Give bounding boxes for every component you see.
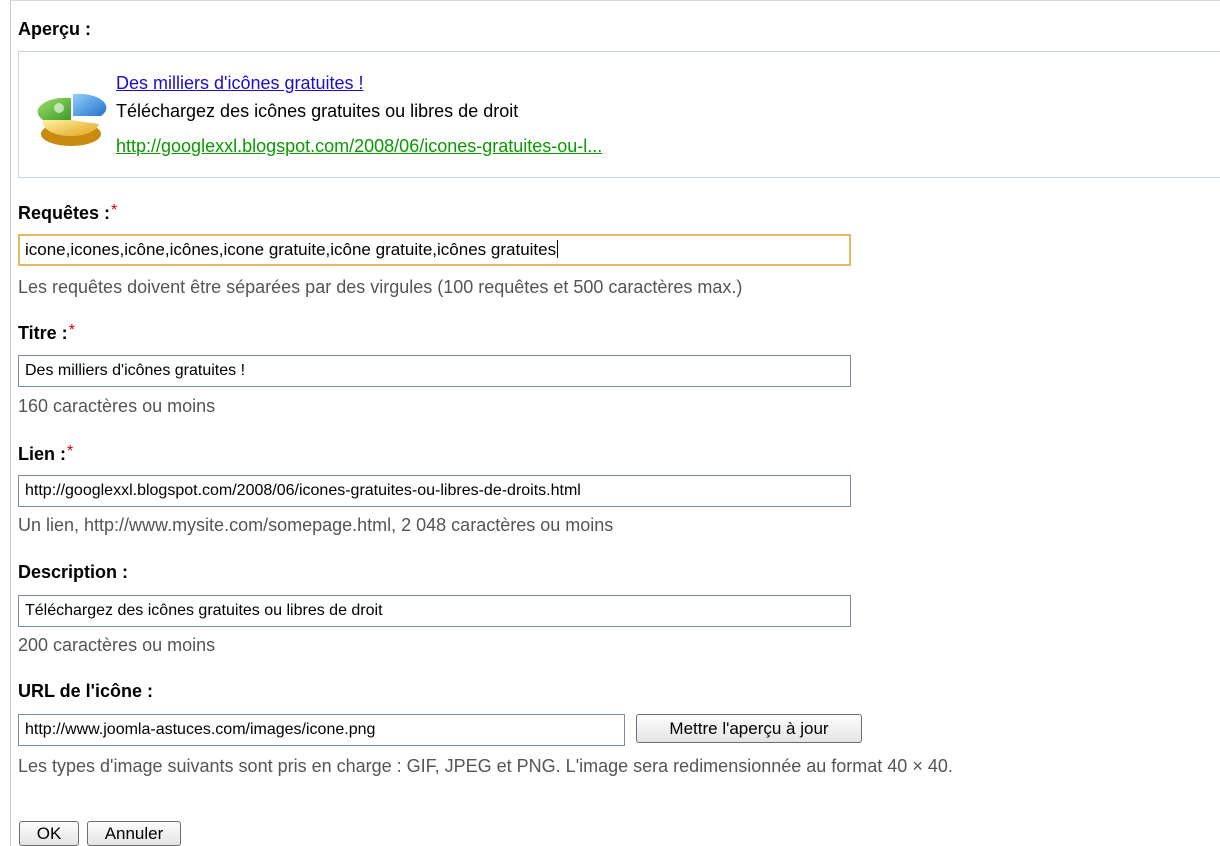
description-hint: 200 caractères ou moins <box>18 635 216 655</box>
required-mark: * <box>68 322 75 339</box>
queries-label-text: Requêtes : <box>18 203 111 223</box>
ok-button[interactable]: OK <box>19 821 79 846</box>
link-hint: Un lien, http://www.mysite.com/somepage.… <box>18 515 614 535</box>
preview-url-link[interactable]: http://googlexxl.blogspot.com/2008/06/ic… <box>116 135 602 157</box>
description-input-value: Téléchargez des icônes gratuites ou libr… <box>25 602 383 619</box>
preview-label: Aperçu : <box>18 19 92 39</box>
queries-input[interactable]: icone,icones,icône,icônes,icone gratuite… <box>18 234 851 266</box>
ad-icon <box>37 90 107 150</box>
link-label-text: Lien : <box>18 444 66 464</box>
update-preview-button[interactable]: Mettre l'aperçu à jour <box>636 714 862 743</box>
icon-url-input[interactable]: http://www.joomla-astuces.com/images/ico… <box>18 714 625 746</box>
title-hint: 160 caractères ou moins <box>18 396 216 416</box>
required-mark: * <box>111 202 118 219</box>
link-input[interactable]: http://googlexxl.blogspot.com/2008/06/ic… <box>18 475 851 507</box>
description-label: Description : <box>18 562 129 582</box>
icon-url-hint: Les types d'image suivants sont pris en … <box>18 756 953 776</box>
queries-label: Requêtes :* <box>18 200 117 224</box>
pie-chart-icon <box>37 93 107 146</box>
cancel-button[interactable]: Annuler <box>87 821 181 846</box>
queries-input-value: icone,icones,icône,icônes,icone gratuite… <box>25 240 557 259</box>
link-label: Lien :* <box>18 441 73 465</box>
description-input[interactable]: Téléchargez des icônes gratuites ou libr… <box>18 595 851 627</box>
title-input[interactable]: Des milliers d'icônes gratuites ! <box>18 355 851 387</box>
icon-url-input-value: http://www.joomla-astuces.com/images/ico… <box>25 721 376 738</box>
preview-title-link[interactable]: Des milliers d'icônes gratuites ! <box>116 72 364 94</box>
queries-hint: Les requêtes doivent être séparées par d… <box>18 277 743 297</box>
frame-left-border <box>10 0 11 846</box>
title-label-text: Titre : <box>18 323 68 343</box>
text-caret <box>557 240 559 258</box>
required-mark: * <box>67 443 74 460</box>
frame-top-border <box>10 0 1220 1</box>
title-input-value: Des milliers d'icônes gratuites ! <box>25 362 246 379</box>
link-input-value: http://googlexxl.blogspot.com/2008/06/ic… <box>25 482 581 499</box>
title-label: Titre :* <box>18 320 75 344</box>
preview-description: Téléchargez des icônes gratuites ou libr… <box>116 101 519 121</box>
ad-edit-form: Aperçu : Des milliers d'icônes gratuites… <box>0 0 1220 846</box>
icon-url-label: URL de l'icône : <box>18 681 153 701</box>
